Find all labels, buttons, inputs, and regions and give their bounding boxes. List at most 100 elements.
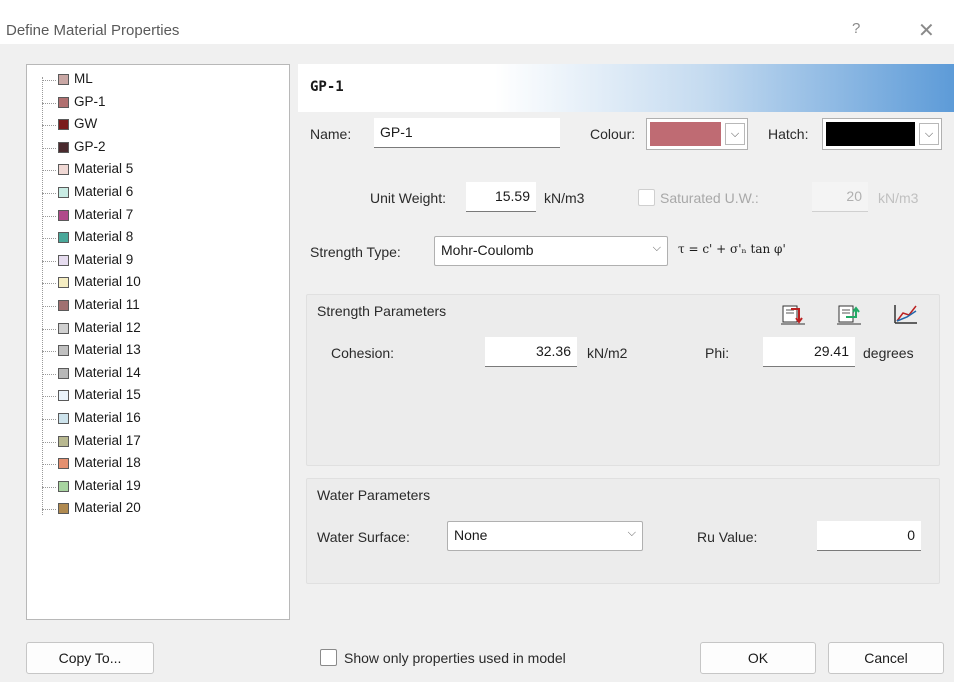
- water-surface-label: Water Surface:: [317, 529, 410, 545]
- material-tree-item[interactable]: Material 9: [33, 252, 283, 270]
- water-parameters-title: Water Parameters: [317, 487, 431, 503]
- cohesion-unit: kN/m2: [587, 345, 628, 361]
- material-color-swatch: [58, 209, 69, 221]
- material-color-swatch: [58, 277, 69, 289]
- cancel-button[interactable]: Cancel: [828, 642, 944, 674]
- material-tree-label: Material 5: [74, 161, 134, 177]
- tree-connector: [42, 306, 56, 307]
- hatch-picker[interactable]: ⌵: [822, 118, 942, 150]
- material-tree-item[interactable]: GP-1: [33, 94, 283, 112]
- material-tree-label: Material 14: [74, 364, 141, 380]
- colour-label: Colour:: [590, 126, 636, 142]
- saturated-uw-label: Saturated U.W.:: [660, 190, 759, 206]
- export-icon[interactable]: [833, 301, 865, 327]
- material-color-swatch: [58, 232, 69, 244]
- help-button[interactable]: ?: [852, 20, 860, 37]
- material-tree-item[interactable]: Material 10: [33, 274, 283, 292]
- material-tree-label: GW: [74, 116, 98, 132]
- material-header: GP-1: [298, 64, 954, 112]
- import-icon[interactable]: [777, 301, 809, 327]
- ru-value-input[interactable]: 0: [817, 521, 921, 551]
- material-tree-label: Material 13: [74, 342, 141, 358]
- material-tree-item[interactable]: Material 20: [33, 500, 283, 518]
- tree-connector: [42, 283, 56, 285]
- chart-icon[interactable]: [889, 301, 921, 327]
- tree-connector: [42, 509, 56, 511]
- material-color-swatch: [58, 458, 69, 470]
- material-color-swatch: [58, 74, 69, 85]
- material-tree-item[interactable]: Material 16: [33, 410, 283, 428]
- material-tree-label: GP-2: [74, 138, 106, 154]
- tree-connector: [42, 193, 56, 194]
- saturated-uw-unit: kN/m3: [878, 190, 919, 206]
- material-color-swatch: [58, 413, 69, 424]
- strength-parameters-title: Strength Parameters: [317, 303, 447, 319]
- ok-button[interactable]: OK: [700, 642, 816, 674]
- tree-connector: [42, 419, 56, 420]
- phi-label: Phi:: [705, 345, 730, 361]
- material-header-title: GP-1: [310, 79, 344, 95]
- material-tree-label: Material 18: [74, 455, 141, 471]
- chevron-down-icon: ⌵: [652, 242, 661, 254]
- tree-connector: [42, 102, 56, 104]
- ru-value-label: Ru Value:: [697, 529, 758, 545]
- tree-connector: [42, 125, 56, 127]
- material-tree-item[interactable]: Material 18: [33, 455, 283, 473]
- material-tree-item[interactable]: Material 17: [33, 433, 283, 451]
- material-tree-item[interactable]: Material 13: [33, 342, 283, 360]
- material-tree-item[interactable]: ML: [33, 71, 283, 89]
- hatch-label: Hatch:: [768, 126, 809, 142]
- show-only-used-checkbox[interactable]: [320, 649, 337, 666]
- tree-connector: [42, 373, 56, 375]
- tree-connector: [42, 464, 56, 466]
- chevron-down-icon: ⌵: [725, 123, 745, 145]
- strength-parameters-group: Strength Parameters Cohesion: 32.36 kN/m…: [306, 294, 940, 466]
- material-tree-label: Material 15: [74, 387, 141, 403]
- material-tree-item[interactable]: Material 6: [33, 184, 283, 202]
- tree-connector: [42, 170, 56, 172]
- material-tree-label: Material 7: [74, 206, 134, 222]
- material-color-swatch: [58, 367, 69, 379]
- strength-type-select[interactable]: Mohr-Coulomb ⌵: [434, 236, 668, 266]
- unit-weight-input[interactable]: 15.59: [466, 182, 536, 212]
- material-color-swatch: [58, 480, 69, 492]
- tree-connector: [42, 238, 56, 240]
- material-tree-item[interactable]: Material 12: [33, 320, 283, 338]
- strength-type-value: Mohr-Coulomb: [441, 242, 534, 258]
- material-tree-item[interactable]: Material 14: [33, 365, 283, 383]
- title-bar: Define Material Properties ? ✕: [0, 0, 954, 44]
- material-tree-item[interactable]: Material 11: [33, 297, 283, 315]
- water-surface-value: None: [454, 527, 488, 543]
- material-tree-label: GP-1: [74, 93, 106, 109]
- material-color-swatch: [58, 435, 69, 447]
- material-tree-item[interactable]: Material 15: [33, 387, 283, 405]
- name-input[interactable]: GP-1: [374, 118, 560, 148]
- material-tree-item[interactable]: Material 8: [33, 229, 283, 247]
- colour-picker[interactable]: ⌵: [646, 118, 748, 150]
- material-tree-item[interactable]: Material 7: [33, 207, 283, 225]
- close-button[interactable]: ✕: [918, 18, 935, 43]
- material-color-swatch: [58, 390, 69, 402]
- tree-connector: [42, 147, 56, 149]
- material-tree-label: Material 17: [74, 432, 141, 448]
- material-tree-item[interactable]: Material 19: [33, 478, 283, 496]
- copy-to-button[interactable]: Copy To...: [26, 642, 154, 674]
- material-color-swatch: [58, 141, 69, 153]
- material-tree-label: Material 11: [74, 297, 140, 312]
- phi-input[interactable]: 29.41: [763, 337, 855, 367]
- material-color-swatch: [58, 96, 69, 108]
- material-tree-item[interactable]: GW: [33, 116, 283, 134]
- material-color-swatch: [58, 345, 69, 357]
- saturated-uw-checkbox[interactable]: [638, 189, 655, 206]
- material-tree[interactable]: ML GP-1 GW GP-2 Material 5 Material 6 Material…: [26, 64, 290, 620]
- water-surface-select[interactable]: None ⌵: [447, 521, 643, 551]
- cohesion-label: Cohesion:: [331, 345, 395, 361]
- material-tree-label: Material 19: [74, 477, 141, 493]
- cohesion-input[interactable]: 32.36: [485, 337, 577, 367]
- material-tree-item[interactable]: GP-2: [33, 139, 283, 157]
- tree-connector: [42, 351, 56, 353]
- strength-formula: τ = c' + σ'ₙ tan φ': [678, 242, 786, 256]
- material-tree-item[interactable]: Material 5: [33, 161, 283, 179]
- material-tree-label: Material 20: [74, 500, 141, 516]
- material-tree-label: Material 8: [74, 229, 134, 245]
